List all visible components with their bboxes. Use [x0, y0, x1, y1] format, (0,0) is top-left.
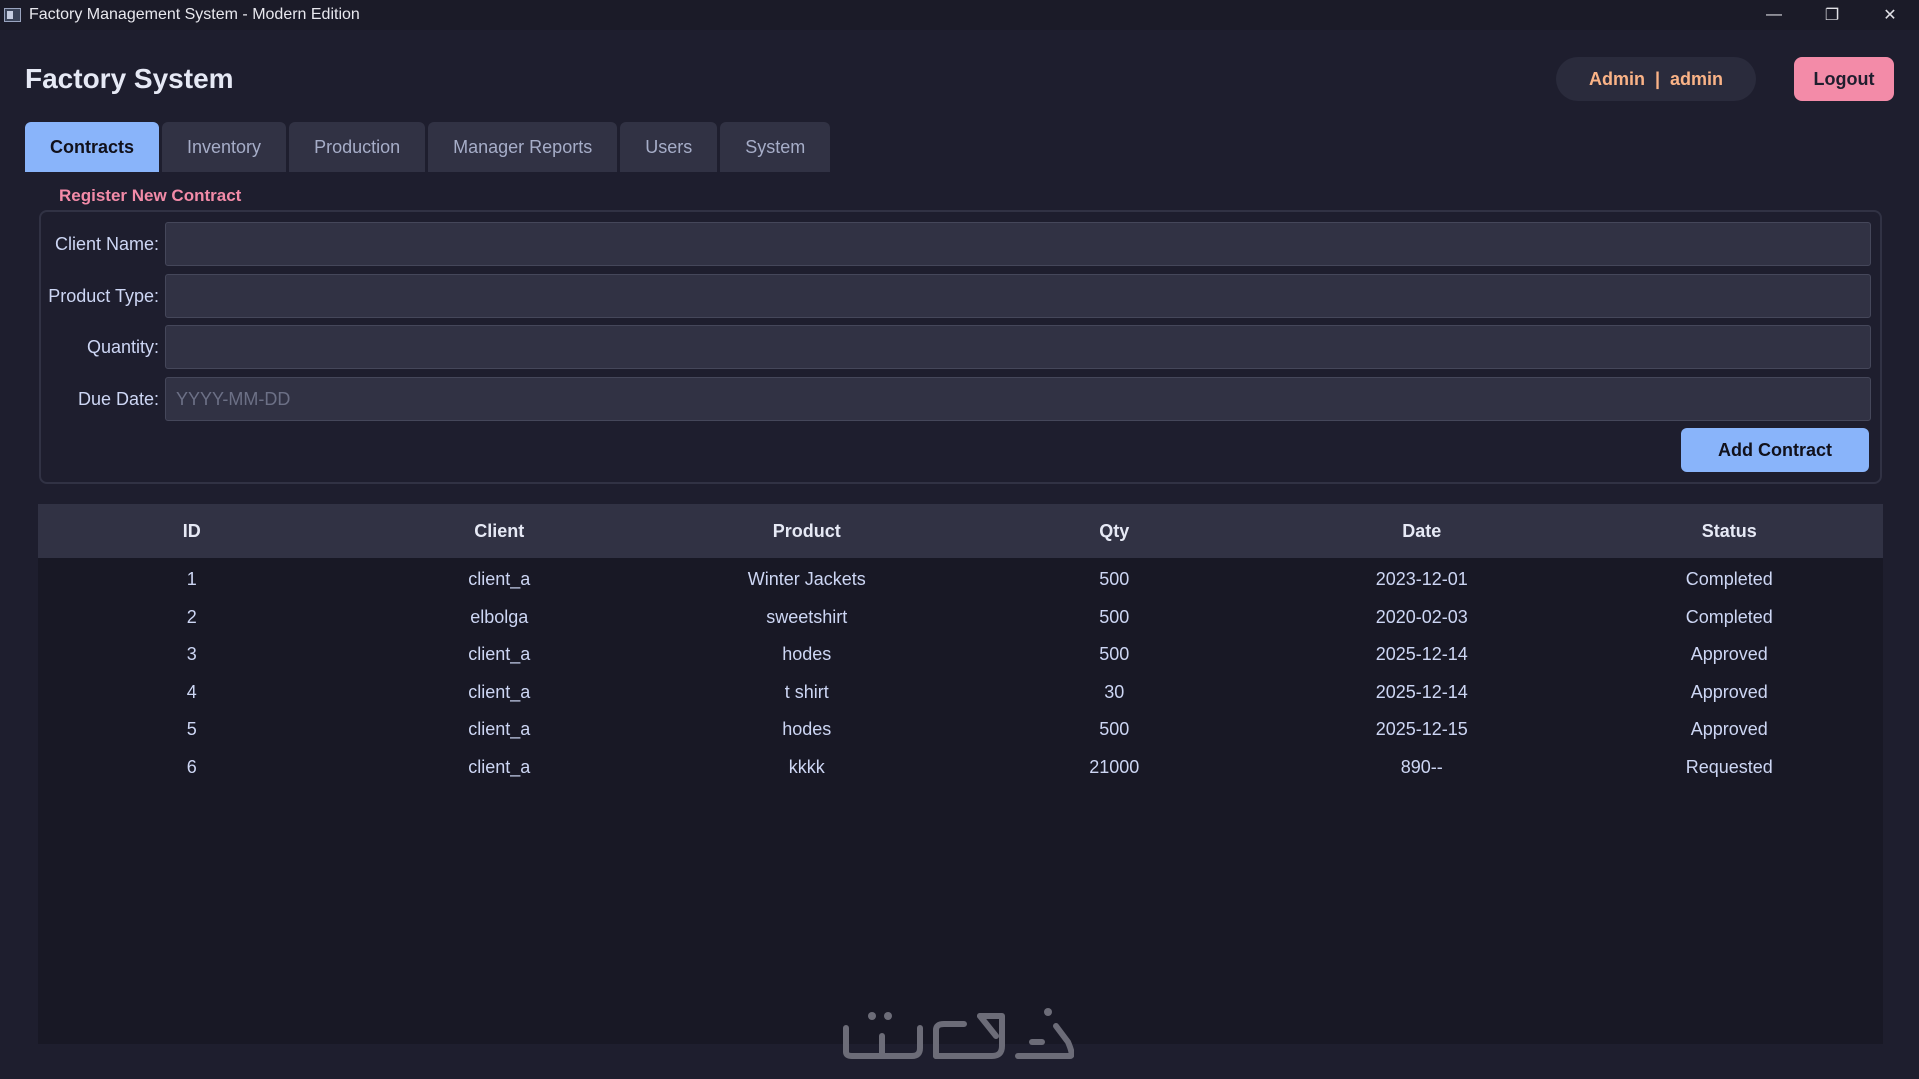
cell-id: 4	[186, 681, 197, 702]
table-row[interactable]: 3 client_a hodes 500 2025-12-14 Approved	[38, 636, 1883, 674]
cell-client: client_a	[468, 719, 531, 740]
cell-status: Approved	[1690, 681, 1768, 702]
cell-product: hodes	[782, 644, 832, 665]
cell-product: hodes	[782, 719, 832, 740]
username: admin	[1670, 68, 1724, 89]
cell-qty: 30	[1104, 681, 1125, 702]
cell-status: Approved	[1690, 644, 1768, 665]
tab-inventory[interactable]: Inventory	[162, 122, 287, 172]
tab-contracts[interactable]: Contracts	[25, 122, 160, 172]
contracts-table: ID Client Product Qty Date Status 1 clie…	[38, 504, 1883, 1044]
contract-form: Client Name: Product Type: Quantity: Due…	[39, 210, 1882, 484]
cell-status: Requested	[1685, 756, 1773, 777]
section-title: Register New Contract	[59, 186, 242, 205]
cell-product: t shirt	[784, 681, 829, 702]
quantity-row: Quantity:	[41, 325, 1880, 369]
cell-status: Completed	[1685, 569, 1773, 590]
cell-product: Winter Jackets	[747, 569, 866, 590]
close-icon: ✕	[1883, 7, 1897, 24]
user-role: Admin	[1588, 68, 1645, 89]
cell-id: 2	[186, 606, 197, 627]
tab-bar: Contracts Inventory Production Manager R…	[0, 122, 1919, 172]
client-name-label: Client Name:	[54, 233, 159, 254]
table-row[interactable]: 6 client_a kkkk 21000 890-- Requested	[38, 749, 1883, 787]
tab-system[interactable]: System	[720, 122, 831, 172]
add-contract-button[interactable]: Add Contract	[1681, 428, 1869, 472]
cell-id: 3	[186, 644, 197, 665]
logout-button[interactable]: Logout	[1794, 57, 1894, 101]
table-body: 1 client_a Winter Jackets 500 2023-12-01…	[38, 558, 1883, 786]
cell-qty: 21000	[1089, 756, 1140, 777]
minimize-button[interactable]: —	[1745, 0, 1803, 30]
due-date-label: Due Date:	[77, 388, 159, 409]
cell-date: 2023-12-01	[1375, 569, 1468, 590]
table-row[interactable]: 1 client_a Winter Jackets 500 2023-12-01…	[38, 561, 1883, 599]
column-header-id[interactable]: ID	[38, 521, 346, 542]
table-header: ID Client Product Qty Date Status	[38, 504, 1883, 558]
due-date-input[interactable]: YYYY-MM-DD	[165, 377, 1871, 421]
cell-date: 2020-02-03	[1375, 606, 1468, 627]
column-header-status[interactable]: Status	[1576, 521, 1884, 542]
cell-client: client_a	[468, 756, 531, 777]
column-header-date[interactable]: Date	[1268, 521, 1576, 542]
cell-product: kkkk	[788, 756, 825, 777]
column-header-client[interactable]: Client	[346, 521, 654, 542]
product-type-row: Product Type:	[41, 274, 1880, 318]
restore-button[interactable]: ❐	[1803, 0, 1861, 30]
tab-users[interactable]: Users	[620, 122, 718, 172]
user-badge: Admin | admin	[1556, 57, 1756, 101]
cell-qty: 500	[1099, 606, 1130, 627]
window-title: Factory Management System - Modern Editi…	[29, 6, 360, 23]
close-button[interactable]: ✕	[1861, 0, 1919, 30]
brand-title: Factory System	[25, 63, 234, 94]
app-header: Factory System Admin | admin Logout	[0, 30, 1919, 122]
cell-date: 890--	[1400, 756, 1443, 777]
product-type-input[interactable]	[165, 274, 1871, 318]
due-date-row: Due Date: YYYY-MM-DD	[41, 377, 1880, 421]
tab-production[interactable]: Production	[289, 122, 426, 172]
cell-status: Approved	[1690, 719, 1768, 740]
app-window-icon	[4, 8, 21, 22]
user-separator: |	[1654, 68, 1661, 89]
tab-manager-reports[interactable]: Manager Reports	[428, 122, 618, 172]
cell-qty: 500	[1099, 569, 1130, 590]
cell-client: client_a	[468, 569, 531, 590]
quantity-input[interactable]	[165, 325, 1871, 369]
restore-icon: ❐	[1824, 7, 1840, 24]
cell-date: 2025-12-15	[1375, 719, 1468, 740]
table-row[interactable]: 2 elbolga sweetshirt 500 2020-02-03 Comp…	[38, 599, 1883, 637]
cell-status: Completed	[1685, 606, 1773, 627]
cell-client: client_a	[468, 644, 531, 665]
column-header-qty[interactable]: Qty	[961, 521, 1269, 542]
cell-qty: 500	[1099, 644, 1130, 665]
client-name-row: Client Name:	[41, 222, 1880, 266]
cell-date: 2025-12-14	[1375, 644, 1468, 665]
column-header-product[interactable]: Product	[653, 521, 961, 542]
product-type-label: Product Type:	[48, 285, 159, 306]
cell-product: sweetshirt	[766, 606, 848, 627]
cell-id: 6	[186, 756, 197, 777]
khamsat-watermark-logo	[843, 1008, 1074, 1059]
table-row[interactable]: 4 client_a t shirt 30 2025-12-14 Approve…	[38, 674, 1883, 712]
cell-qty: 500	[1099, 719, 1130, 740]
cell-client: elbolga	[470, 606, 529, 627]
cell-id: 5	[186, 719, 197, 740]
cell-client: client_a	[468, 681, 531, 702]
quantity-label: Quantity:	[86, 336, 159, 357]
minimize-icon: —	[1766, 6, 1782, 23]
cell-id: 1	[186, 569, 197, 590]
cell-date: 2025-12-14	[1375, 681, 1468, 702]
client-name-input[interactable]	[165, 222, 1871, 266]
title-bar: Factory Management System - Modern Editi…	[0, 0, 1919, 30]
table-row[interactable]: 5 client_a hodes 500 2025-12-15 Approved	[38, 711, 1883, 749]
